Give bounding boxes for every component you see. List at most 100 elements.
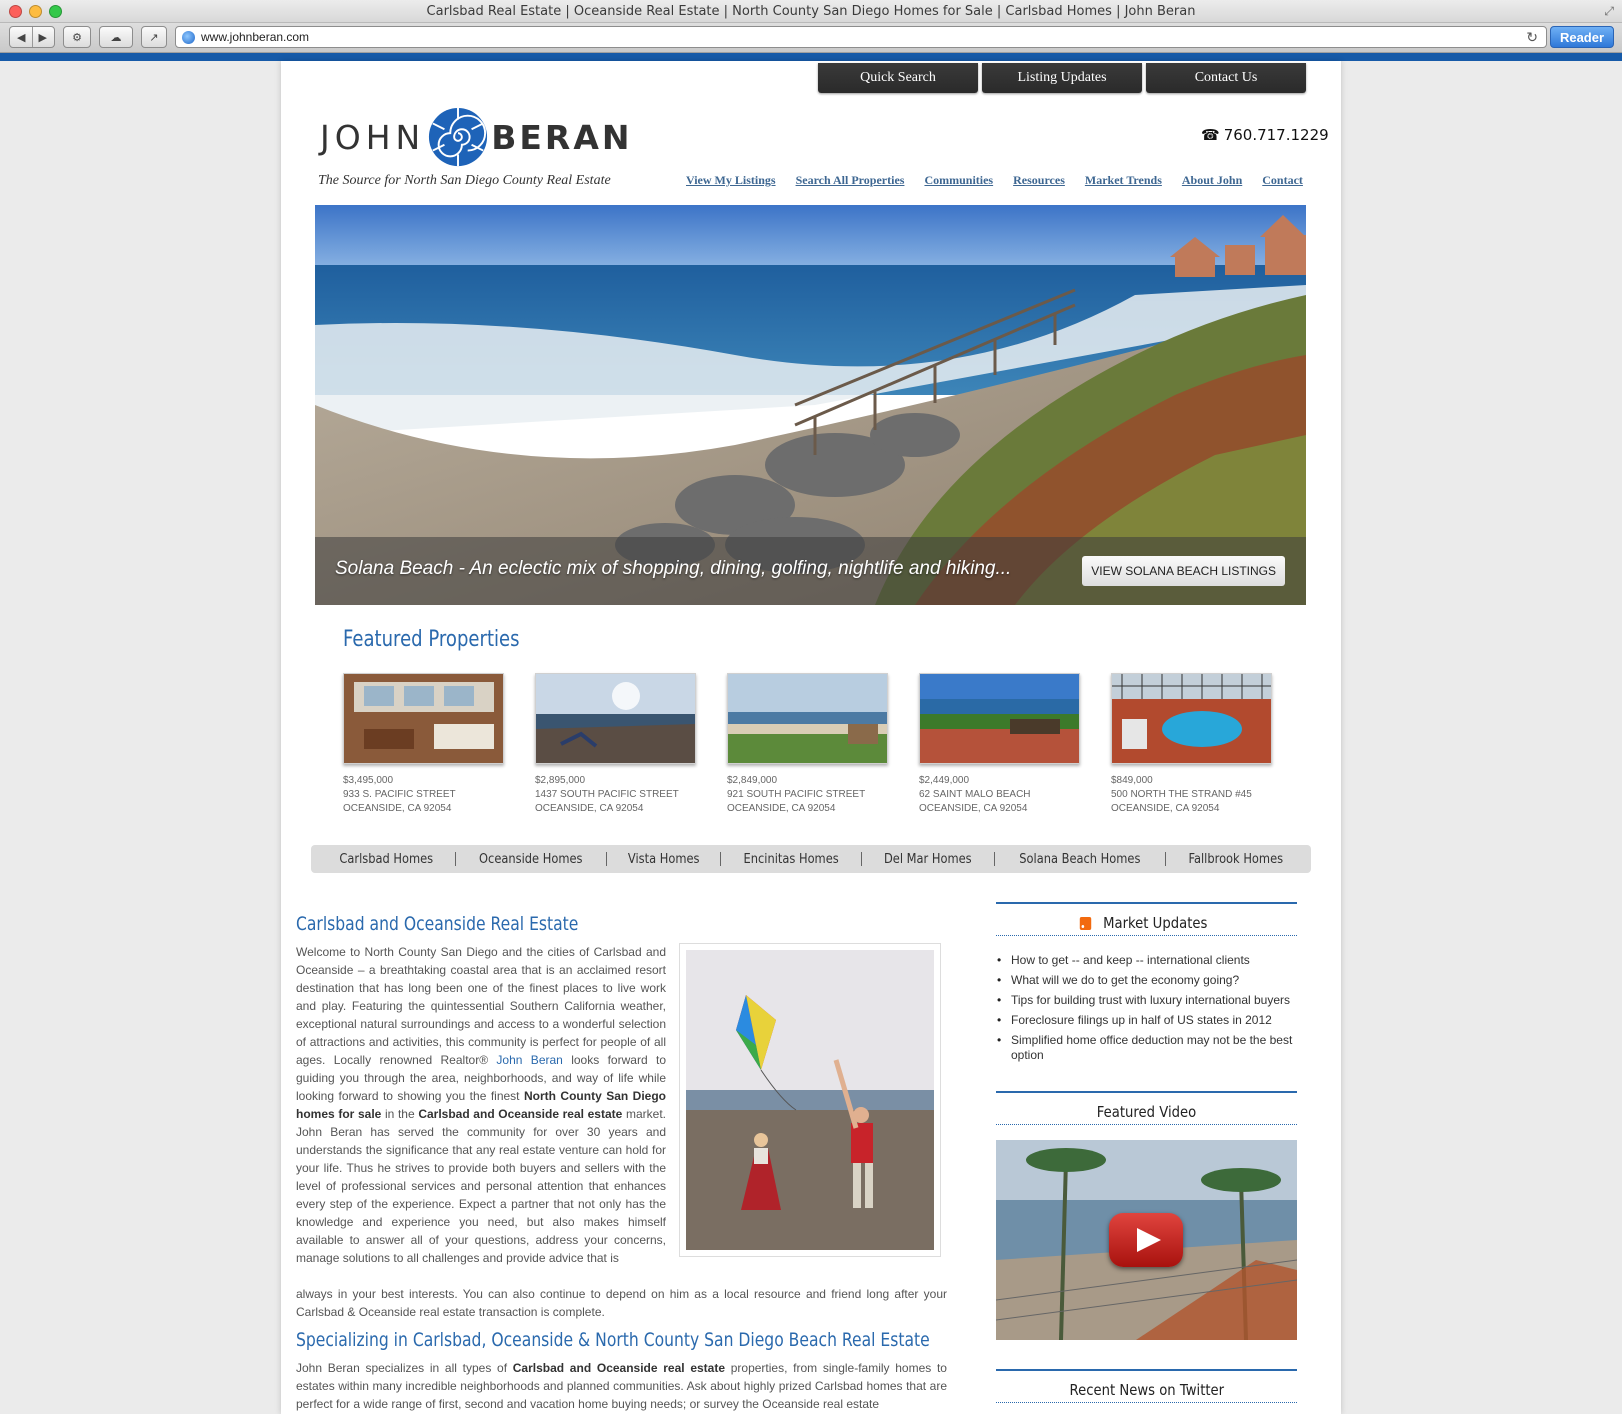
contact-us-button[interactable]: Contact Us — [1146, 63, 1306, 93]
featured-video-header: Featured Video — [996, 1091, 1297, 1125]
community-link-del-mar[interactable]: Del Mar Homes — [870, 852, 986, 867]
page-container: Quick Search Listing Updates Contact Us … — [281, 61, 1341, 1414]
community-link-fallbrook[interactable]: Fallbrook Homes — [1174, 852, 1297, 867]
nav-market-trends[interactable]: Market Trends — [1085, 173, 1162, 188]
window-titlebar: Carlsbad Real Estate | Oceanside Real Es… — [0, 0, 1622, 23]
community-link-vista[interactable]: Vista Homes — [614, 852, 714, 867]
property-price: $849,000 — [1111, 775, 1153, 786]
view-solana-beach-listings-button[interactable]: VIEW SOLANA BEACH LISTINGS — [1082, 556, 1285, 586]
property-price: $2,895,000 — [535, 775, 586, 786]
property-card[interactable]: $849,000 500 NORTH THE STRAND #45 OCEANS… — [1111, 673, 1272, 816]
nav-view-my-listings[interactable]: View My Listings — [686, 173, 776, 188]
back-forward-buttons[interactable]: ◀ ▶ — [9, 26, 55, 48]
featured-properties-list: $3,495,000 933 S. PACIFIC STREET OCEANSI… — [343, 673, 1272, 816]
specializing-paragraph: John Beran specializes in all types of C… — [296, 1359, 947, 1413]
nav-search-all-properties[interactable]: Search All Properties — [796, 173, 905, 188]
twitter-news-header: Recent News on Twitter — [996, 1369, 1297, 1403]
top-sites-button[interactable]: ⚙ — [63, 26, 91, 48]
list-item[interactable]: What will we do to get the economy going… — [996, 973, 1301, 988]
property-city: OCEANSIDE, CA 92054 — [919, 803, 1028, 814]
intro-text: in the — [384, 1107, 415, 1121]
property-price: $3,495,000 — [343, 775, 394, 786]
property-street: 62 SAINT MALO BEACH — [919, 789, 1031, 800]
top-sites-icon: ⚙ — [72, 31, 82, 44]
community-link-oceanside[interactable]: Oceanside Homes — [465, 852, 597, 867]
url-text[interactable]: www.johnberan.com — [201, 30, 309, 44]
property-street: 1437 SOUTH PACIFIC STREET — [535, 789, 679, 800]
site-tagline: The Source for North San Diego County Re… — [318, 173, 611, 188]
property-photo[interactable] — [919, 673, 1080, 764]
list-item[interactable]: How to get -- and keep -- international … — [996, 953, 1301, 968]
content-heading-specializing: Specializing in Carlsbad, Oceanside & No… — [296, 1329, 930, 1351]
nav-contact[interactable]: Contact — [1262, 173, 1303, 188]
intro-text: Welcome to North County San Diego and th… — [296, 945, 666, 1067]
list-item[interactable]: Simplified home office deduction may not… — [996, 1033, 1301, 1063]
nav-about-john[interactable]: About John — [1182, 173, 1242, 188]
property-photo[interactable] — [1111, 673, 1272, 764]
listing-updates-button[interactable]: Listing Updates — [982, 63, 1142, 93]
property-card[interactable]: $3,495,000 933 S. PACIFIC STREET OCEANSI… — [343, 673, 504, 816]
twitter-news-title: Recent News on Twitter — [1069, 1381, 1224, 1399]
property-photo[interactable] — [535, 673, 696, 764]
community-link-carlsbad[interactable]: Carlsbad Homes — [325, 852, 447, 867]
hero-caption: Solana Beach - An eclectic mix of shoppi… — [335, 558, 1012, 579]
rss-icon[interactable] — [1079, 916, 1091, 930]
featured-properties-title: Featured Properties — [343, 627, 520, 652]
intro-paragraph: Welcome to North County San Diego and th… — [296, 943, 666, 1267]
address-bar[interactable]: www.johnberan.com ↻ — [175, 26, 1547, 48]
property-card[interactable]: $2,895,000 1437 SOUTH PACIFIC STREET OCE… — [535, 673, 696, 816]
kite-family-photo — [679, 943, 941, 1257]
property-city: OCEANSIDE, CA 92054 — [727, 803, 836, 814]
property-card[interactable]: $2,849,000 921 SOUTH PACIFIC STREET OCEA… — [727, 673, 888, 816]
property-street: 933 S. PACIFIC STREET — [343, 789, 456, 800]
icloud-tabs-button[interactable]: ☁ — [99, 26, 133, 48]
property-street: 500 NORTH THE STRAND #45 — [1111, 789, 1252, 800]
property-city: OCEANSIDE, CA 92054 — [343, 803, 452, 814]
hero-caption-bar: Solana Beach - An eclectic mix of shoppi… — [315, 537, 1306, 605]
communities-bar: Carlsbad Homes Oceanside Homes Vista Hom… — [311, 845, 1311, 873]
community-link-encinitas[interactable]: Encinitas Homes — [730, 852, 853, 867]
property-price: $2,849,000 — [727, 775, 778, 786]
site-icon — [182, 30, 195, 44]
intro-text: market. John Beran has served the commun… — [296, 1107, 666, 1265]
window-title: Carlsbad Real Estate | Oceanside Real Es… — [426, 4, 1196, 19]
john-beran-link[interactable]: John Beran — [496, 1053, 562, 1067]
fullscreen-icon[interactable]: ⤢ — [1604, 4, 1614, 19]
specializing-bold-text: Carlsbad and Oceanside real estate — [512, 1361, 726, 1375]
property-city: OCEANSIDE, CA 92054 — [535, 803, 644, 814]
logo-first-name: JOHN — [320, 117, 426, 157]
phone-icon: ☎ — [1201, 126, 1220, 144]
featured-video-player[interactable] — [996, 1140, 1297, 1340]
main-navigation: View My Listings Search All Properties C… — [686, 173, 1303, 188]
nautilus-shell-icon — [429, 107, 488, 167]
back-icon[interactable]: ◀ — [17, 31, 25, 44]
featured-video-title: Featured Video — [1096, 1103, 1197, 1121]
intro-bold-text: Carlsbad and Oceanside real estate — [418, 1107, 623, 1121]
intro-paragraph-continued: always in your best interests. You can a… — [296, 1287, 947, 1319]
forward-icon[interactable]: ▶ — [39, 31, 47, 44]
market-updates-title: Market Updates — [1102, 914, 1208, 932]
browser-toolbar: ◀ ▶ ⚙ ☁ ↗ www.johnberan.com ↻ Reader — [0, 23, 1622, 53]
property-card[interactable]: $2,449,000 62 SAINT MALO BEACH OCEANSIDE… — [919, 673, 1080, 816]
property-city: OCEANSIDE, CA 92054 — [1111, 803, 1220, 814]
share-button[interactable]: ↗ — [141, 26, 167, 48]
reader-button[interactable]: Reader — [1550, 26, 1614, 48]
market-updates-list: How to get -- and keep -- international … — [996, 953, 1301, 1068]
nav-resources[interactable]: Resources — [1013, 173, 1065, 188]
property-price: $2,449,000 — [919, 775, 970, 786]
market-updates-header: Market Updates — [996, 902, 1297, 936]
quick-search-button[interactable]: Quick Search — [818, 63, 978, 93]
property-photo[interactable] — [727, 673, 888, 764]
list-item[interactable]: Foreclosure filings up in half of US sta… — [996, 1013, 1301, 1028]
list-item[interactable]: Tips for building trust with luxury inte… — [996, 993, 1301, 1008]
property-street: 921 SOUTH PACIFIC STREET — [727, 789, 866, 800]
site-logo[interactable]: JOHN BERAN — [320, 104, 660, 170]
community-link-solana-beach[interactable]: Solana Beach Homes — [1005, 852, 1154, 867]
reload-icon[interactable]: ↻ — [1526, 29, 1538, 46]
play-icon[interactable] — [1109, 1213, 1183, 1267]
specializing-text: John Beran specializes in all types of — [296, 1361, 508, 1375]
nav-communities[interactable]: Communities — [924, 173, 993, 188]
hero-slideshow[interactable]: Solana Beach - An eclectic mix of shoppi… — [315, 205, 1306, 605]
property-photo[interactable] — [343, 673, 504, 764]
phone-number[interactable]: ☎ 760.717.1229 — [1201, 126, 1329, 144]
